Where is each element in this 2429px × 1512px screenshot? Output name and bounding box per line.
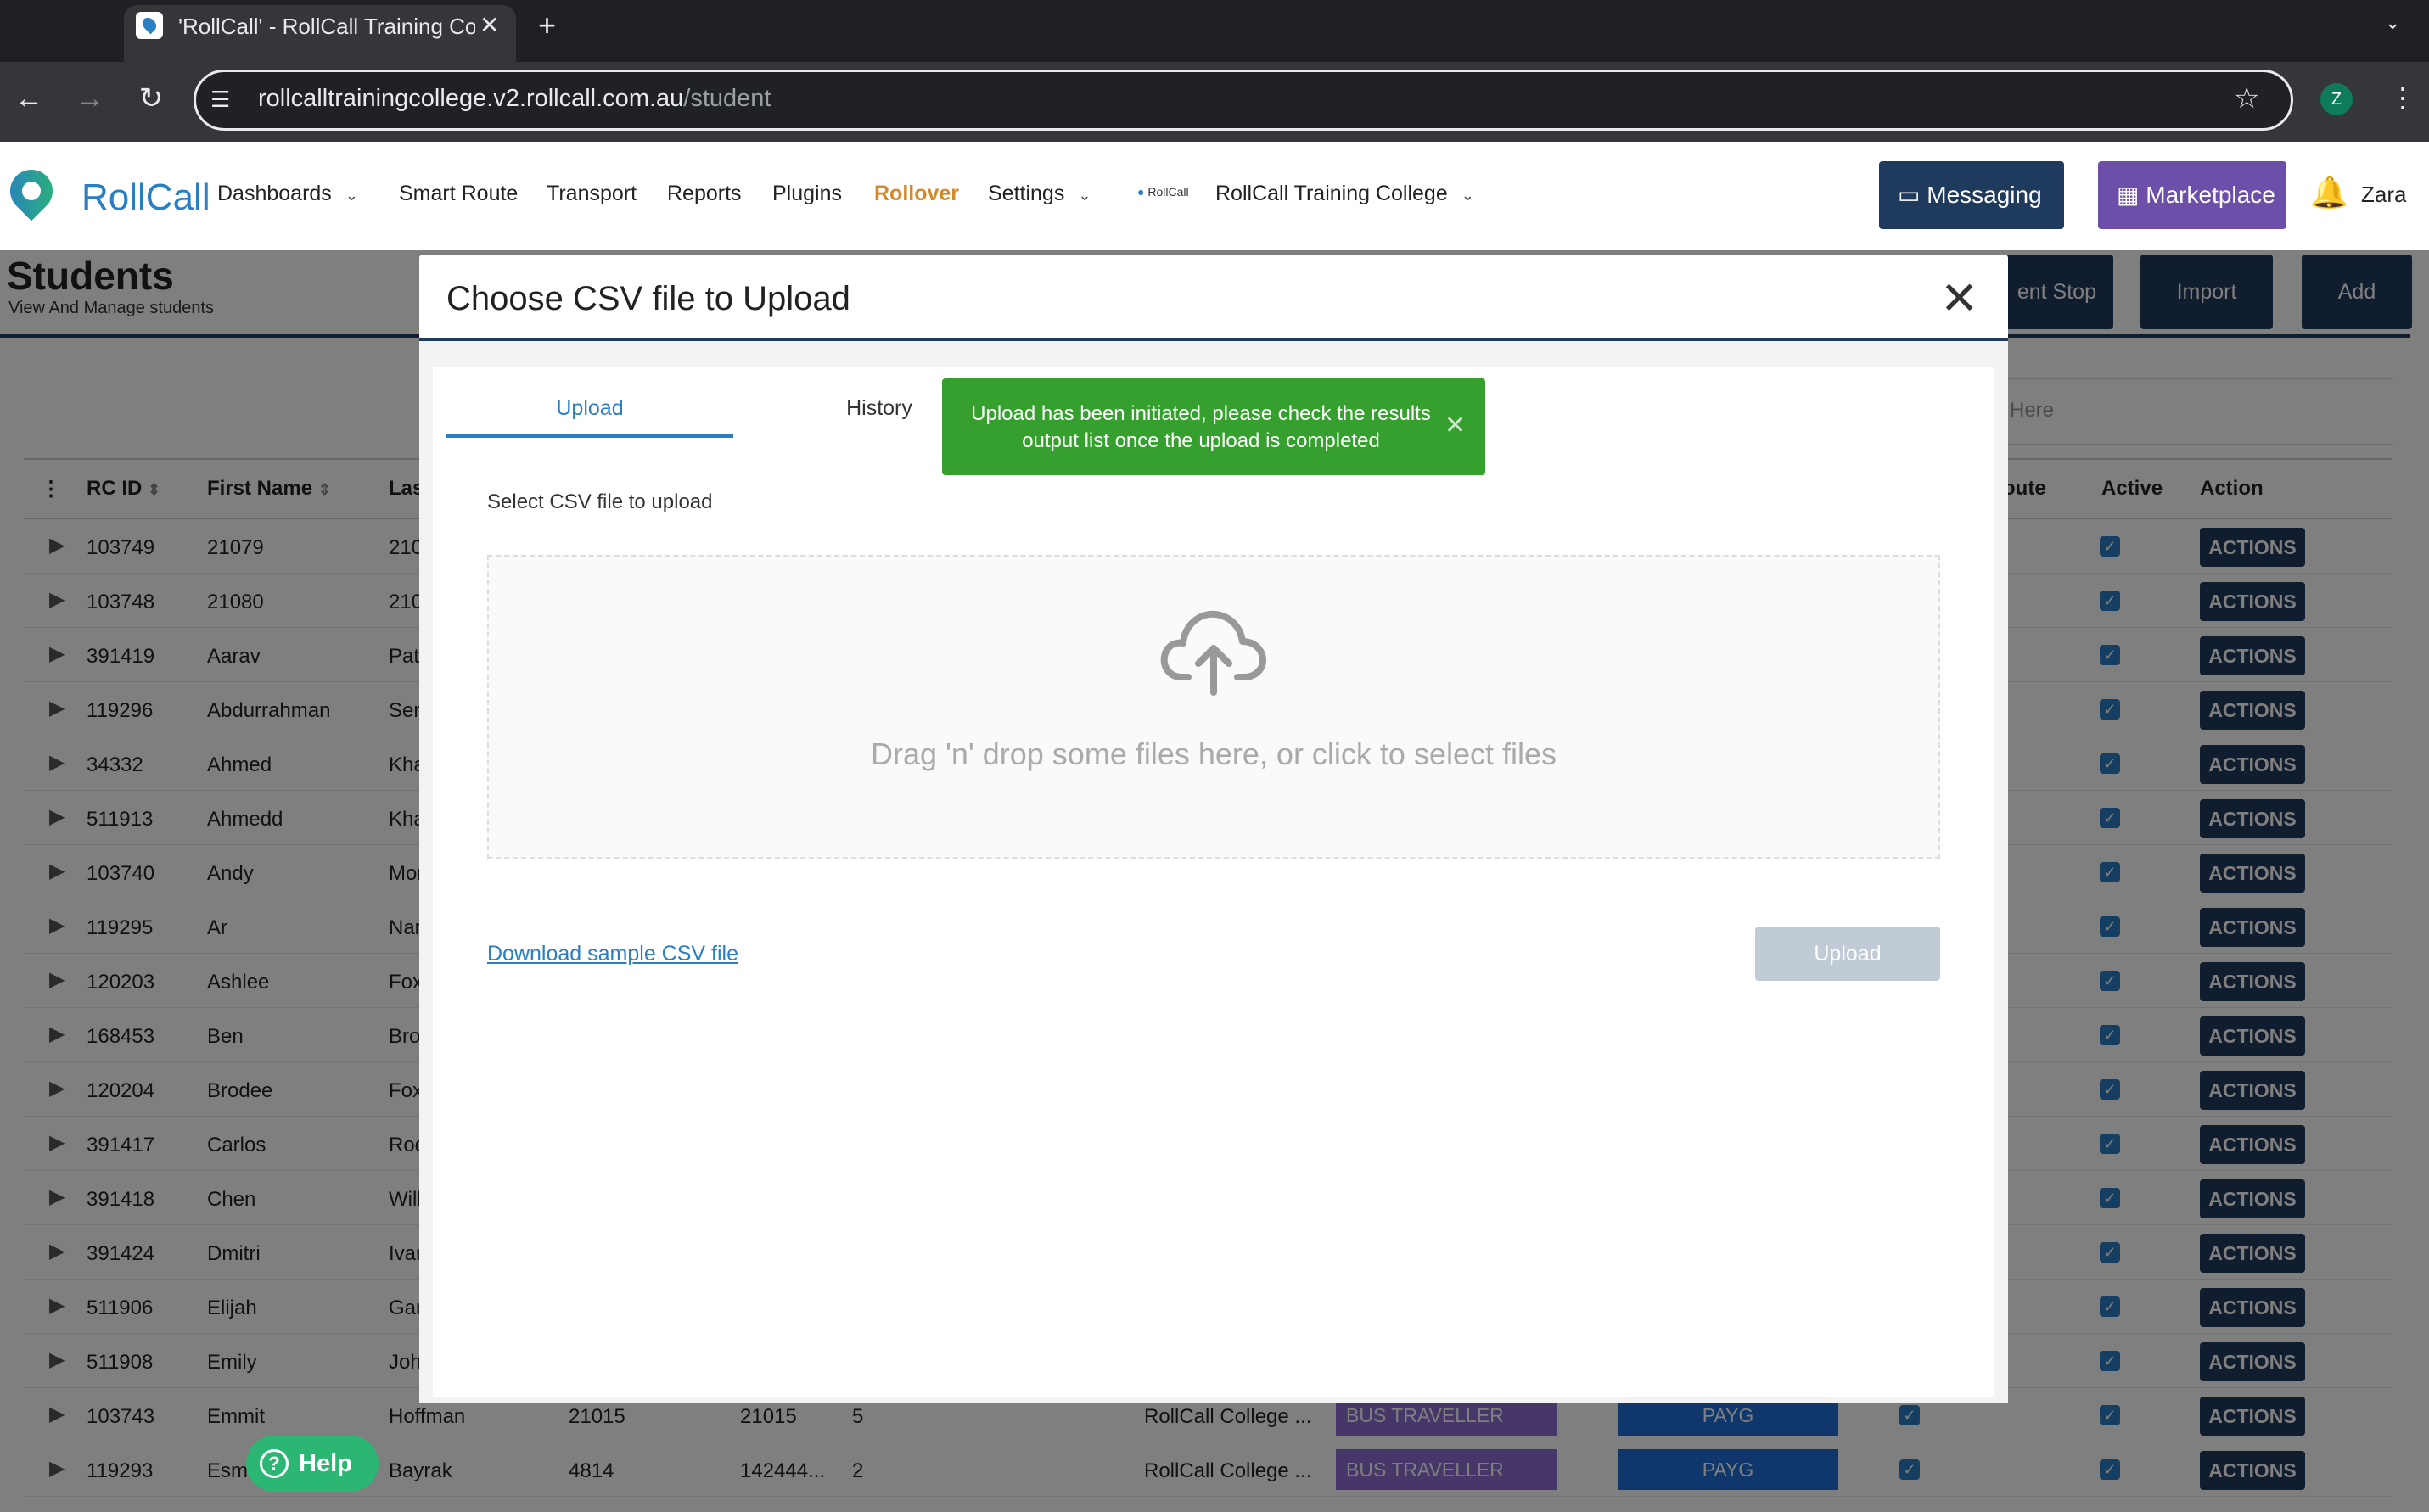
modal-content-panel <box>433 367 1994 1397</box>
download-sample-link[interactable]: Download sample CSV file <box>487 942 738 966</box>
chevron-down-icon: ⌄ <box>1078 187 1091 204</box>
nav-rollover[interactable]: Rollover <box>874 182 959 206</box>
upload-initiated-toast: Upload has been initiated, please check … <box>942 378 1485 475</box>
dropzone-text[interactable]: Drag 'n' drop some files here, or click … <box>487 736 1940 772</box>
tab-search-chevron-icon[interactable]: ⌄ <box>2385 12 2400 34</box>
forward-icon[interactable]: → <box>73 81 107 115</box>
chevron-down-icon: ⌄ <box>345 187 358 204</box>
cloud-upload-icon <box>1160 610 1266 696</box>
profile-avatar[interactable]: Z <box>2320 83 2353 115</box>
select-csv-label: Select CSV file to upload <box>487 490 713 513</box>
close-icon[interactable]: ✕ <box>1940 273 1978 324</box>
tab-upload[interactable]: Upload <box>446 378 733 438</box>
nav-dashboards[interactable]: Dashboards ⌄ <box>217 182 358 206</box>
rollcall-favicon-icon <box>136 12 163 39</box>
bell-icon[interactable]: 🔔 <box>2310 175 2348 210</box>
college-logo: ● RollCall <box>1137 185 1189 199</box>
college-selector[interactable]: RollCall Training College ⌄ <box>1215 182 1474 206</box>
nav-settings[interactable]: Settings ⌄ <box>988 182 1091 206</box>
bookmark-star-icon[interactable]: ☆ <box>2234 81 2259 115</box>
nav-transport[interactable]: Transport <box>547 182 637 206</box>
nav-smart-route[interactable]: Smart Route <box>399 182 518 206</box>
user-name[interactable]: Zara <box>2361 182 2406 208</box>
nav-reports[interactable]: Reports <box>667 182 742 206</box>
messaging-button[interactable]: ▭ Messaging <box>1879 161 2064 229</box>
message-icon: ▭ <box>1898 182 1921 208</box>
close-tab-icon[interactable]: ✕ <box>480 12 499 39</box>
back-icon[interactable]: ← <box>12 81 46 115</box>
marketplace-button[interactable]: ▦ Marketplace <box>2098 161 2286 229</box>
file-dropzone[interactable] <box>487 555 1940 859</box>
new-tab-icon[interactable]: + <box>538 8 556 42</box>
reload-icon[interactable]: ↻ <box>134 81 168 115</box>
chevron-down-icon: ⌄ <box>1461 187 1474 204</box>
tab-title: 'RollCall' - RollCall Training College <box>178 14 475 39</box>
upload-button[interactable]: Upload <box>1755 927 1940 981</box>
modal-title: Choose CSV file to Upload <box>446 280 850 317</box>
nav-plugins[interactable]: Plugins <box>772 182 842 206</box>
rollcall-logo-text[interactable]: RollCall <box>81 176 210 219</box>
site-settings-icon[interactable]: ☰ <box>210 87 230 113</box>
browser-menu-icon[interactable]: ⋮ <box>2389 81 2416 114</box>
help-icon: ? <box>260 1449 289 1478</box>
store-icon: ▦ <box>2117 182 2140 208</box>
toast-close-icon[interactable]: ✕ <box>1444 411 1466 440</box>
app-header <box>0 142 2429 250</box>
url-text[interactable]: rollcalltrainingcollege.v2.rollcall.com.… <box>258 85 771 113</box>
